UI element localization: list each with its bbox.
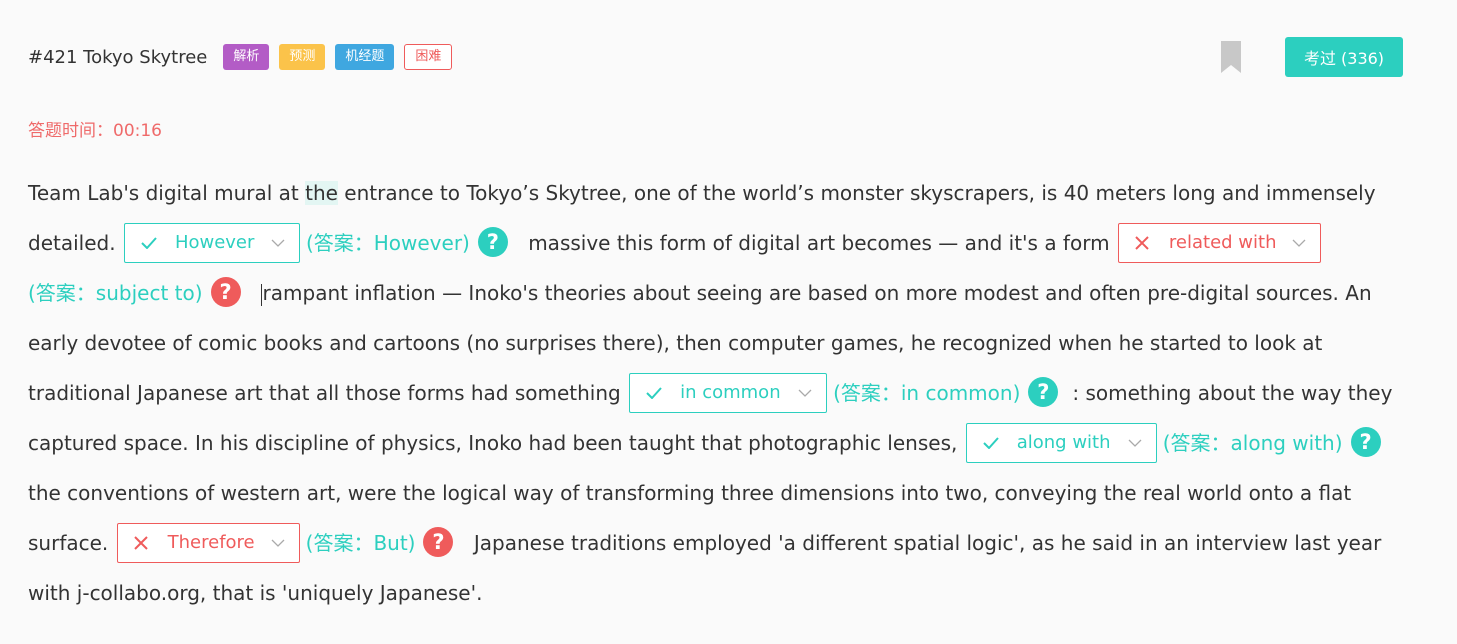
tag-prediction: 预测 <box>279 44 326 70</box>
chevron-down-icon <box>798 389 812 397</box>
text-cursor <box>260 283 262 306</box>
chevron-down-icon <box>271 539 285 547</box>
blank-dropdown-5[interactable]: Therefore <box>116 522 300 563</box>
taken-count-button[interactable]: 考过 (336) <box>1285 37 1403 77</box>
tag-exam-question: 机经题 <box>335 44 395 70</box>
check-icon <box>646 386 664 399</box>
help-icon[interactable]: ? <box>477 226 508 257</box>
tag-analysis[interactable]: 解析 <box>223 44 270 70</box>
passage-text: Team Lab's digital mural at <box>28 181 306 205</box>
blank-answer: (答案：However) <box>305 231 470 255</box>
bookmark-icon[interactable] <box>1221 41 1241 73</box>
blank-selected-value: in common <box>680 381 781 403</box>
blank-selected-value: along with <box>1016 431 1111 453</box>
chevron-down-icon <box>271 239 285 247</box>
cross-icon <box>133 535 152 550</box>
blank-answer: (答案：in common) <box>833 381 1021 405</box>
cross-icon <box>1135 235 1153 250</box>
timer-label: 答题时间： <box>28 121 113 141</box>
question-title: #421 Tokyo Skytree <box>28 46 208 68</box>
blank-answer: (答案：along with) <box>1162 431 1343 455</box>
blank-dropdown-2[interactable]: related with <box>1117 222 1321 263</box>
blank-selected-value: Therefore <box>167 531 255 553</box>
timer-value: 00:16 <box>113 121 162 141</box>
help-icon[interactable]: ? <box>1028 376 1059 407</box>
blank-dropdown-4[interactable]: along with <box>965 422 1157 463</box>
highlighted-word: the <box>305 181 338 205</box>
answer-timer: 答题时间：00:16 <box>28 116 162 141</box>
check-icon <box>141 236 159 249</box>
chevron-down-icon <box>1292 239 1306 247</box>
chevron-down-icon <box>1128 439 1142 447</box>
help-icon[interactable]: ? <box>1350 426 1381 457</box>
passage-text: massive this form of digital art becomes… <box>521 231 1110 255</box>
blank-answer: (答案：But) <box>305 531 416 555</box>
help-icon[interactable]: ? <box>423 526 454 557</box>
blank-selected-value: related with <box>1168 231 1277 253</box>
check-icon <box>983 436 1001 449</box>
blank-dropdown-3[interactable]: in common <box>629 372 828 413</box>
question-header: #421 Tokyo Skytree 解析 预测 机经题 困难 考过 (336) <box>28 37 1403 77</box>
tag-difficulty: 困难 <box>404 44 453 70</box>
blank-dropdown-1[interactable]: However <box>123 222 300 263</box>
blank-answer: (答案：subject to) <box>28 281 203 305</box>
blank-selected-value: However <box>174 231 255 253</box>
help-icon[interactable]: ? <box>210 276 241 307</box>
passage: Team Lab's digital mural at the entrance… <box>28 168 1428 618</box>
